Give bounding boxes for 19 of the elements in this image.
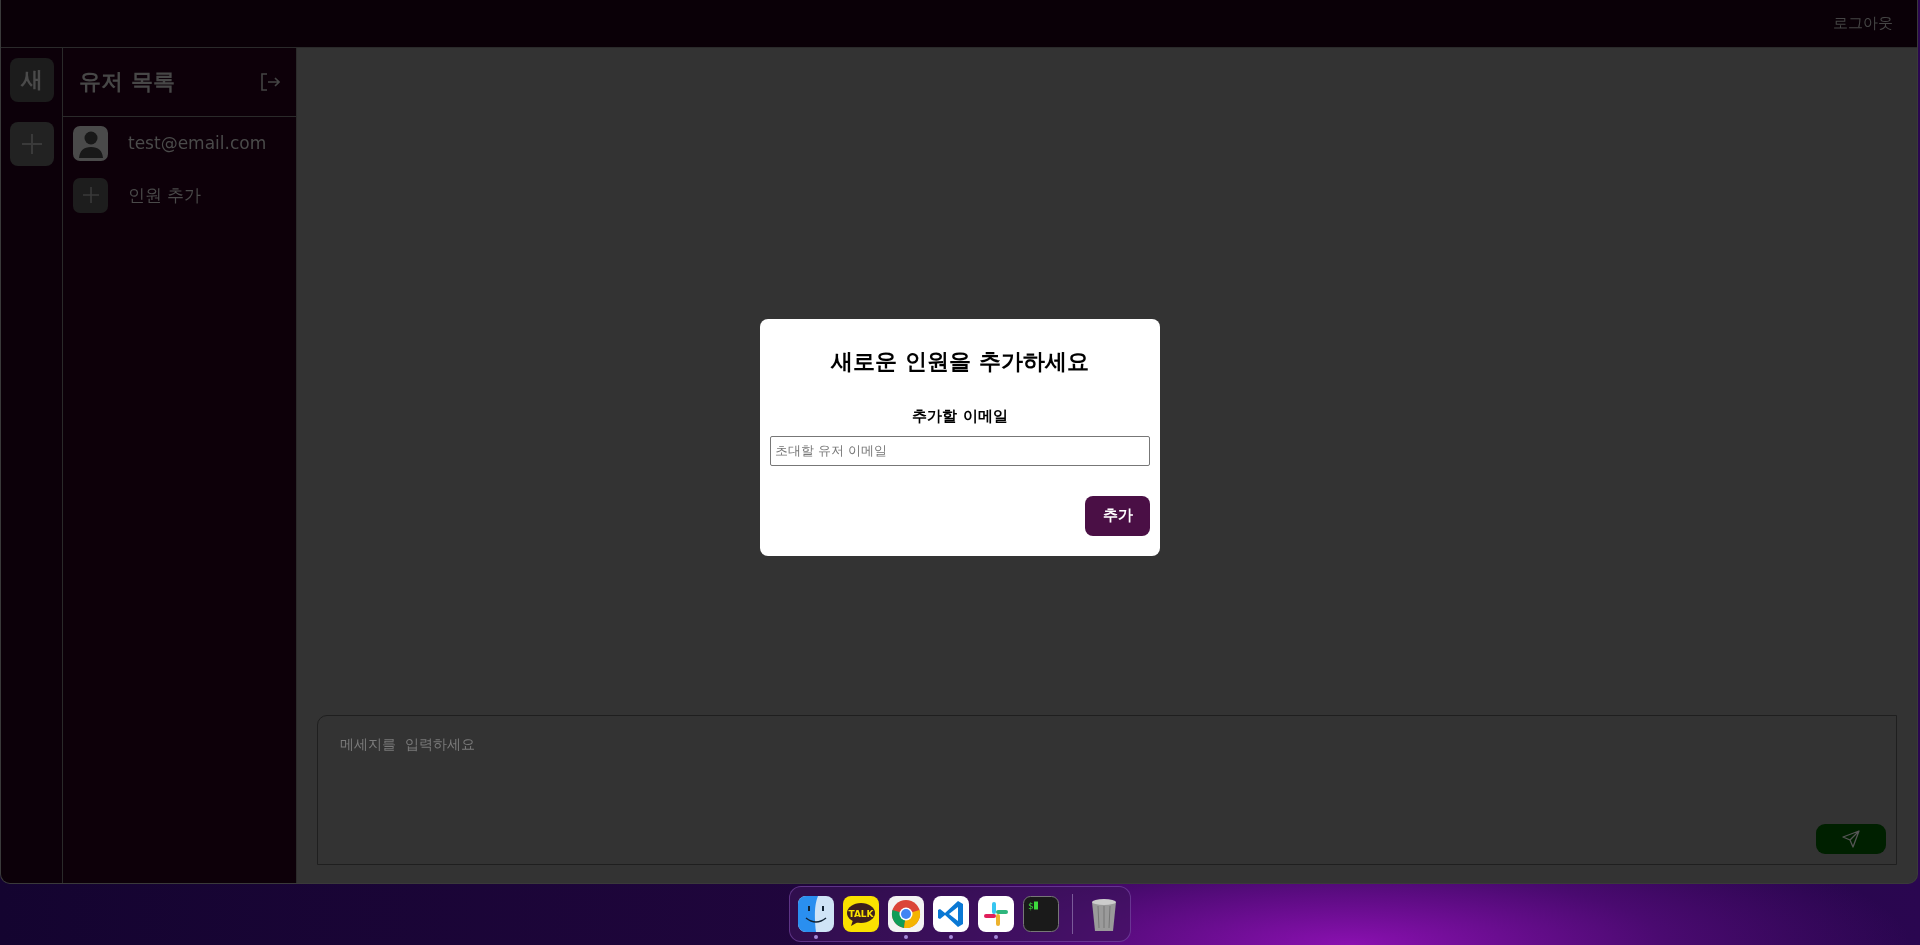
code-editor-icon[interactable] bbox=[933, 895, 969, 932]
send-icon bbox=[1842, 830, 1860, 848]
logout-link[interactable]: 로그아웃 bbox=[1833, 14, 1893, 33]
finder-icon[interactable] bbox=[798, 895, 834, 932]
add-button[interactable]: 추가 bbox=[1085, 495, 1150, 536]
add-member-label[interactable]: 인원 추가 bbox=[128, 183, 202, 207]
plus-icon bbox=[81, 186, 100, 204]
message-field[interactable]: 메세지를 입력하세요 bbox=[338, 734, 1886, 824]
user-email[interactable]: test@email.com bbox=[128, 133, 267, 153]
chat-bubble-icon[interactable]: TALK bbox=[843, 895, 879, 932]
sidebar-title: 유저 목록 bbox=[79, 68, 175, 96]
plus-icon bbox=[20, 133, 43, 155]
slack-icon[interactable] bbox=[978, 895, 1014, 932]
browser-icon[interactable] bbox=[888, 895, 924, 932]
terminal-icon[interactable]: $ bbox=[1023, 895, 1059, 932]
field-label: 추가할 이메일 bbox=[912, 406, 1008, 426]
message-box[interactable]: 메세지를 입력하세요 bbox=[317, 715, 1897, 865]
email-field[interactable]: 초대할 유저 이메일 bbox=[770, 435, 1150, 466]
dialog-title: 새로운 인원을 추가하세요 bbox=[831, 347, 1089, 376]
